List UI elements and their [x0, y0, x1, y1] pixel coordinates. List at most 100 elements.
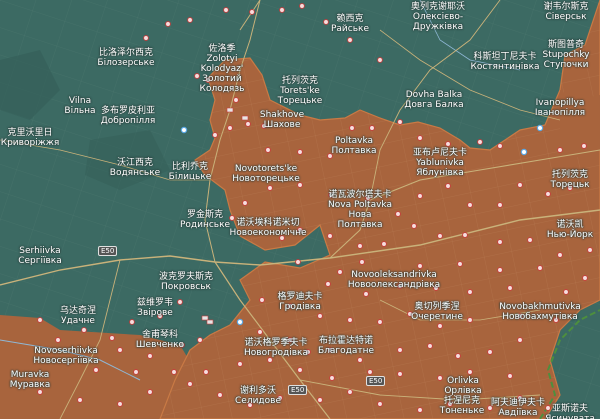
- settlement-marker[interactable]: [297, 149, 303, 155]
- settlement-marker[interactable]: [265, 147, 271, 153]
- settlement-marker[interactable]: [507, 285, 513, 291]
- settlement-marker[interactable]: [109, 335, 115, 341]
- settlement-marker[interactable]: [437, 233, 443, 239]
- settlement-marker[interactable]: [37, 317, 43, 323]
- settlement-marker[interactable]: [363, 291, 369, 297]
- unit-marker[interactable]: [226, 107, 234, 113]
- settlement-marker[interactable]: [445, 141, 451, 147]
- friendly-marker[interactable]: [180, 126, 188, 134]
- settlement-marker[interactable]: [545, 191, 551, 197]
- settlement-marker[interactable]: [81, 327, 87, 333]
- settlement-marker[interactable]: [467, 202, 473, 208]
- settlement-marker[interactable]: [147, 389, 153, 395]
- settlement-marker[interactable]: [347, 317, 353, 323]
- settlement-marker[interactable]: [357, 357, 363, 363]
- settlement-marker[interactable]: [381, 241, 387, 247]
- settlement-marker[interactable]: [377, 319, 383, 325]
- settlement-marker[interactable]: [197, 337, 203, 343]
- settlement-marker[interactable]: [187, 17, 193, 23]
- settlement-marker[interactable]: [497, 239, 503, 245]
- settlement-marker[interactable]: [349, 125, 355, 131]
- settlement-marker[interactable]: [227, 125, 233, 131]
- settlement-marker[interactable]: [377, 57, 383, 63]
- settlement-marker[interactable]: [347, 37, 353, 43]
- settlement-marker[interactable]: [327, 233, 333, 239]
- settlement-marker[interactable]: [203, 369, 209, 375]
- settlement-marker[interactable]: [437, 323, 443, 329]
- settlement-marker[interactable]: [457, 261, 463, 267]
- settlement-marker[interactable]: [497, 143, 503, 149]
- settlement-marker[interactable]: [317, 397, 323, 403]
- settlement-marker[interactable]: [55, 337, 61, 343]
- settlement-marker[interactable]: [323, 19, 329, 25]
- map-view[interactable]: E50 E50 E50 谢韦尔斯克 Сіверськ 赖西克 Райське 奥列克谢耶…: [0, 0, 600, 419]
- settlement-marker[interactable]: [411, 223, 417, 229]
- settlement-marker[interactable]: [397, 119, 403, 125]
- settlement-marker[interactable]: [317, 313, 323, 319]
- settlement-marker[interactable]: [477, 139, 483, 145]
- settlement-marker[interactable]: [359, 259, 365, 265]
- unit-marker[interactable]: [241, 115, 249, 121]
- settlement-marker[interactable]: [299, 3, 305, 9]
- settlement-marker[interactable]: [557, 147, 563, 153]
- settlement-marker[interactable]: [527, 237, 533, 243]
- friendly-marker[interactable]: [520, 148, 528, 156]
- settlement-marker[interactable]: [217, 392, 223, 398]
- settlement-marker[interactable]: [417, 263, 423, 269]
- unit-marker[interactable]: [201, 315, 209, 321]
- settlement-marker[interactable]: [295, 259, 301, 265]
- settlement-marker[interactable]: [467, 317, 473, 323]
- settlement-marker[interactable]: [437, 375, 443, 381]
- settlement-marker[interactable]: [93, 367, 99, 373]
- settlement-marker[interactable]: [367, 369, 373, 375]
- settlement-marker[interactable]: [177, 299, 183, 305]
- settlement-marker[interactable]: [417, 135, 423, 141]
- settlement-marker[interactable]: [347, 389, 353, 395]
- unit-marker[interactable]: [206, 319, 214, 325]
- settlement-marker[interactable]: [242, 200, 248, 206]
- settlement-marker[interactable]: [257, 329, 263, 335]
- settlement-marker[interactable]: [165, 21, 171, 27]
- settlement-marker[interactable]: [259, 297, 265, 303]
- settlement-marker[interactable]: [517, 337, 523, 343]
- settlement-marker[interactable]: [369, 125, 375, 131]
- settlement-marker[interactable]: [337, 269, 343, 275]
- settlement-marker[interactable]: [507, 373, 513, 379]
- settlement-marker[interactable]: [445, 183, 451, 189]
- settlement-marker[interactable]: [581, 143, 587, 149]
- settlement-marker[interactable]: [377, 401, 383, 407]
- settlement-marker[interactable]: [297, 367, 303, 373]
- settlement-marker[interactable]: [417, 407, 423, 413]
- settlement-marker[interactable]: [212, 132, 218, 138]
- settlement-marker[interactable]: [467, 289, 473, 295]
- friendly-marker[interactable]: [536, 124, 544, 132]
- settlement-marker[interactable]: [487, 349, 493, 355]
- settlement-marker[interactable]: [329, 375, 335, 381]
- settlement-marker[interactable]: [129, 319, 135, 325]
- settlement-marker[interactable]: [325, 281, 331, 287]
- settlement-marker[interactable]: [143, 35, 149, 41]
- settlement-marker[interactable]: [267, 185, 273, 191]
- settlement-marker[interactable]: [395, 211, 401, 217]
- settlement-marker[interactable]: [117, 401, 123, 407]
- settlement-marker[interactable]: [133, 369, 139, 375]
- settlement-marker[interactable]: [223, 7, 229, 13]
- settlement-marker[interactable]: [267, 357, 273, 363]
- settlement-marker[interactable]: [245, 121, 251, 127]
- settlement-marker[interactable]: [279, 7, 285, 13]
- settlement-marker[interactable]: [537, 265, 543, 271]
- settlement-marker[interactable]: [397, 371, 403, 377]
- settlement-marker[interactable]: [147, 353, 153, 359]
- settlement-marker[interactable]: [187, 381, 193, 387]
- settlement-marker[interactable]: [427, 343, 433, 349]
- settlement-marker[interactable]: [462, 232, 468, 238]
- settlement-marker[interactable]: [37, 389, 43, 395]
- settlement-marker[interactable]: [587, 247, 593, 253]
- settlement-marker[interactable]: [397, 347, 403, 353]
- settlement-marker[interactable]: [233, 97, 239, 103]
- settlement-marker[interactable]: [557, 252, 563, 258]
- settlement-marker[interactable]: [497, 267, 503, 273]
- settlement-marker[interactable]: [77, 397, 83, 403]
- settlement-marker[interactable]: [455, 353, 461, 359]
- friendly-marker[interactable]: [236, 318, 244, 326]
